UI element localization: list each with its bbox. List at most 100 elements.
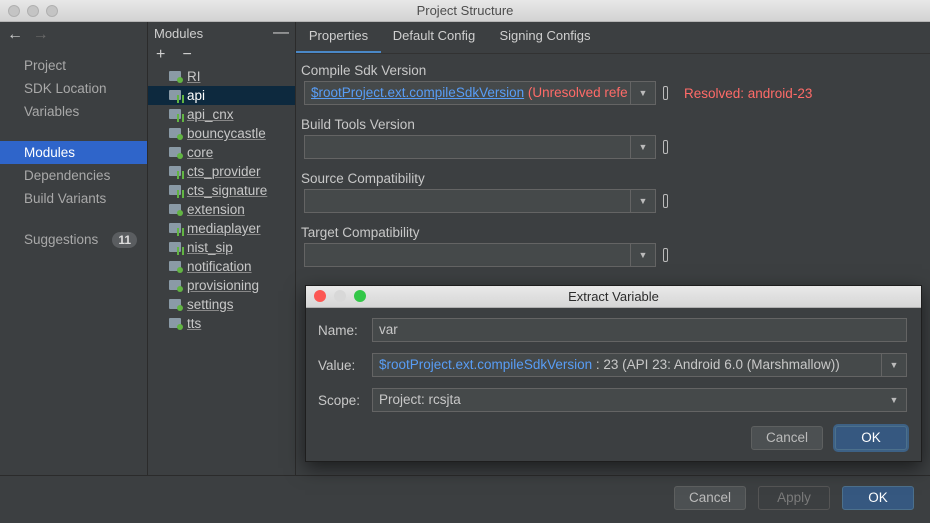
target-compat-combo[interactable]: ▼: [304, 243, 656, 267]
add-module-icon[interactable]: +: [156, 46, 178, 64]
value-variable-link[interactable]: $rootProject.ext.compileSdkVersion: [379, 357, 592, 372]
module-name: cts_signature: [187, 183, 268, 198]
module-name: RI: [187, 69, 201, 84]
chevron-down-icon[interactable]: ▼: [630, 82, 655, 104]
java-module-icon: [177, 267, 183, 273]
remove-module-icon[interactable]: −: [182, 46, 204, 64]
chevron-down-icon[interactable]: ▼: [630, 190, 655, 212]
module-name: provisioning: [187, 278, 260, 293]
compile-sdk-resolved-text: Resolved: android-23: [684, 86, 813, 101]
name-label: Name:: [318, 323, 358, 338]
scope-combo[interactable]: Project: rcsjta ▼: [372, 388, 907, 412]
value-label: Value:: [318, 358, 356, 373]
modules-panel: Modules — + − RI api api_cnx bouncycastle co…: [148, 22, 296, 475]
module-item[interactable]: tts: [148, 314, 295, 333]
module-name: api_cnx: [187, 107, 234, 122]
nav-item-build-variants[interactable]: Build Variants: [0, 187, 147, 210]
nav-item-project[interactable]: Project: [0, 54, 147, 77]
module-item[interactable]: api: [148, 86, 295, 105]
target-compat-extra-button[interactable]: [663, 248, 668, 262]
source-compat-extra-button[interactable]: [663, 194, 668, 208]
module-item[interactable]: core: [148, 143, 295, 162]
java-module-icon: [177, 134, 183, 140]
tab-signing-configs[interactable]: Signing Configs: [489, 26, 601, 54]
module-item[interactable]: api_cnx: [148, 105, 295, 124]
dialog-cancel-button[interactable]: Cancel: [751, 426, 823, 450]
build-tools-label: Build Tools Version: [301, 117, 415, 132]
value-resolved-text: : 23 (API 23: Android 6.0 (Marshmallow)): [592, 357, 840, 372]
nav-item-sdk-location[interactable]: SDK Location: [0, 77, 147, 100]
nav-item-variables[interactable]: Variables: [0, 100, 147, 123]
left-navigation: ← → Project SDK Location Variables Modul…: [0, 22, 148, 475]
module-item[interactable]: cts_provider: [148, 162, 295, 181]
module-name: nist_sip: [187, 240, 233, 255]
tabs-divider: [296, 53, 930, 54]
suggestions-count-badge: 11: [112, 232, 137, 248]
scope-label: Scope:: [318, 393, 361, 408]
java-module-icon: [177, 77, 183, 83]
compile-sdk-combo[interactable]: $rootProject.ext.compileSdkVersion (Unre…: [304, 81, 656, 105]
module-item[interactable]: settings: [148, 295, 295, 314]
module-name: core: [187, 145, 214, 160]
build-tools-combo[interactable]: ▼: [304, 135, 656, 159]
module-name: bouncycastle: [187, 126, 266, 141]
java-module-icon: [177, 305, 183, 311]
value-combo-value: $rootProject.ext.compileSdkVersion : 23 …: [379, 357, 840, 372]
module-item[interactable]: cts_signature: [148, 181, 295, 200]
target-compat-label: Target Compatibility: [301, 225, 420, 240]
java-module-icon: [177, 286, 183, 292]
modules-header: Modules: [154, 26, 204, 41]
module-item[interactable]: notification: [148, 257, 295, 276]
nav-arrows: ← →: [4, 26, 52, 44]
name-input[interactable]: var: [372, 318, 907, 342]
compile-sdk-value: $rootProject.ext.compileSdkVersion (Unre…: [311, 85, 627, 100]
compile-sdk-variable-link[interactable]: $rootProject.ext.compileSdkVersion: [311, 85, 524, 100]
module-name: api: [187, 88, 206, 103]
apply-button[interactable]: Apply: [758, 486, 830, 510]
nav-item-suggestions[interactable]: Suggestions 11: [0, 228, 147, 251]
module-item[interactable]: extension: [148, 200, 295, 219]
arrow-right-icon[interactable]: →: [30, 26, 52, 44]
cancel-button[interactable]: Cancel: [674, 486, 746, 510]
name-input-value: var: [379, 322, 398, 337]
chevron-down-icon[interactable]: ▼: [630, 136, 655, 158]
android-module-icon: [177, 190, 184, 198]
compile-sdk-extra-button[interactable]: [663, 86, 668, 100]
java-module-icon: [177, 324, 183, 330]
nav-item-modules[interactable]: Modules: [0, 141, 147, 164]
dialog-button-bar: Cancel Apply OK: [0, 475, 930, 523]
module-item[interactable]: nist_sip: [148, 238, 295, 257]
tab-default-config[interactable]: Default Config: [384, 26, 484, 54]
module-name: tts: [187, 316, 202, 331]
nav-item-dependencies[interactable]: Dependencies: [0, 164, 147, 187]
dialog-ok-button[interactable]: OK: [835, 426, 907, 450]
value-combo[interactable]: $rootProject.ext.compileSdkVersion : 23 …: [372, 353, 907, 377]
source-compat-combo[interactable]: ▼: [304, 189, 656, 213]
minimize-panel-icon[interactable]: —: [273, 24, 289, 42]
modules-toolbar: + −: [156, 46, 204, 64]
module-item[interactable]: bouncycastle: [148, 124, 295, 143]
dialog-title: Extract Variable: [568, 289, 659, 304]
ok-button[interactable]: OK: [842, 486, 914, 510]
arrow-left-icon[interactable]: ←: [4, 26, 26, 44]
build-tools-extra-button[interactable]: [663, 140, 668, 154]
chevron-down-icon[interactable]: ▼: [882, 389, 906, 411]
module-name: notification: [187, 259, 252, 274]
module-name: cts_provider: [187, 164, 261, 179]
compile-sdk-error-text: (Unresolved reference: compileSdkVersion…: [527, 85, 627, 100]
module-item[interactable]: RI: [148, 67, 295, 86]
tab-properties[interactable]: Properties: [296, 26, 381, 54]
chevron-down-icon[interactable]: ▼: [881, 354, 906, 376]
window-titlebar: Project Structure: [0, 0, 930, 22]
module-item[interactable]: mediaplayer: [148, 219, 295, 238]
dialog-titlebar: Extract Variable: [306, 286, 921, 308]
java-module-icon: [177, 153, 183, 159]
module-name: settings: [187, 297, 234, 312]
compile-sdk-label: Compile Sdk Version: [301, 63, 427, 78]
source-compat-label: Source Compatibility: [301, 171, 425, 186]
java-module-icon: [177, 210, 183, 216]
android-module-icon: [177, 171, 184, 179]
chevron-down-icon[interactable]: ▼: [630, 244, 655, 266]
module-item[interactable]: provisioning: [148, 276, 295, 295]
android-module-icon: [177, 228, 184, 236]
